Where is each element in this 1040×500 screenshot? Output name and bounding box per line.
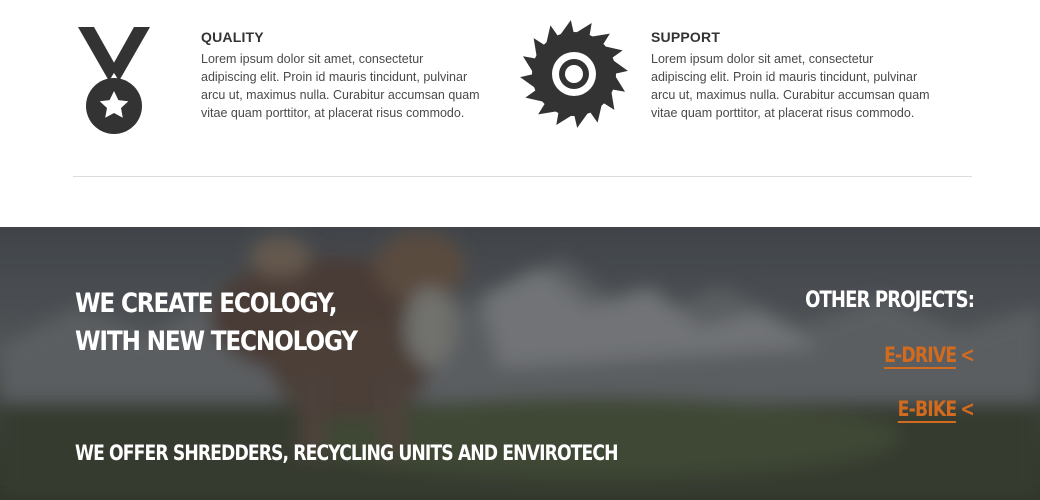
- other-projects-title: OTHER PROJECTS:: [805, 288, 975, 313]
- hero-heading-line1: WE CREATE ECOLOGY,: [75, 288, 338, 319]
- feature-title: SUPPORT: [651, 29, 721, 45]
- saw-blade-icon: [520, 20, 628, 128]
- feature-support: SUPPORT Lorem ipsum dolor sit amet, cons…: [520, 18, 970, 148]
- project-link-label: E-BIKE: [897, 397, 957, 423]
- hero-heading-line2: WITH NEW TECNOLOGY: [75, 326, 358, 357]
- feature-quality: QUALITY Lorem ipsum dolor sit amet, cons…: [73, 18, 523, 148]
- hero-subheading: WE OFFER SHREDDERS, RECYCLING UNITS AND …: [75, 441, 619, 465]
- features-section: QUALITY Lorem ipsum dolor sit amet, cons…: [0, 0, 1040, 227]
- feature-text: QUALITY Lorem ipsum dolor sit amet, cons…: [201, 28, 481, 122]
- feature-text: SUPPORT Lorem ipsum dolor sit amet, cons…: [651, 28, 931, 122]
- project-link-e-bike[interactable]: E-BIKE <: [805, 395, 975, 423]
- project-link-label: E-DRIVE: [884, 343, 957, 369]
- hero-heading: WE CREATE ECOLOGY, WITH NEW TECNOLOGY: [75, 285, 358, 361]
- section-divider: [73, 176, 972, 177]
- feature-description: Lorem ipsum dolor sit amet, consectetur …: [201, 52, 480, 120]
- chevron-left-icon: <: [960, 397, 974, 421]
- chevron-left-icon: <: [960, 343, 974, 367]
- hero-banner: WE CREATE ECOLOGY, WITH NEW TECNOLOGY WE…: [0, 227, 1040, 500]
- feature-title: QUALITY: [201, 29, 264, 45]
- medal-icon: [78, 27, 150, 134]
- feature-description: Lorem ipsum dolor sit amet, consectetur …: [651, 52, 930, 120]
- project-link-e-drive[interactable]: E-DRIVE <: [805, 341, 975, 369]
- other-projects: OTHER PROJECTS: E-DRIVE < E-BIKE <: [768, 287, 975, 423]
